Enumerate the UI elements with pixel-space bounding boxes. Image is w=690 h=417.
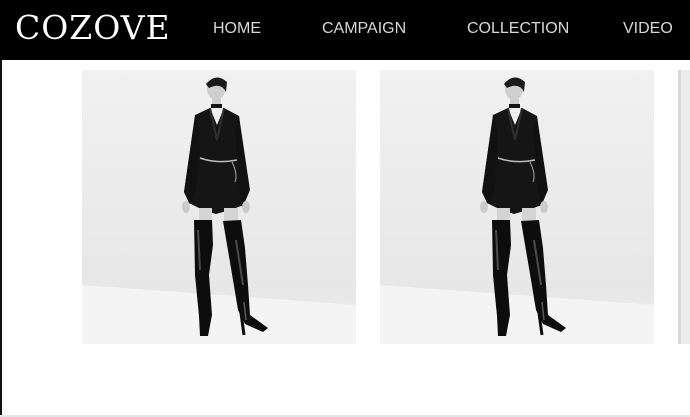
- nav-item-home[interactable]: HOME: [213, 0, 261, 60]
- nav-item-collection[interactable]: COLLECTION: [467, 0, 569, 60]
- model-photo: [380, 70, 654, 344]
- brand-logo[interactable]: COZOVE: [15, 8, 171, 48]
- model-photo: [678, 70, 690, 344]
- nav-item-video[interactable]: VIDEO: [623, 0, 673, 60]
- nav-item-campaign[interactable]: CAMPAIGN: [322, 0, 406, 60]
- top-navigation-bar: COZOVE HOME CAMPAIGN COLLECTION VIDEO: [0, 0, 690, 60]
- page: COZOVE HOME CAMPAIGN COLLECTION VIDEO: [0, 0, 690, 417]
- photo-gallery: [0, 60, 690, 417]
- gallery-photo-1[interactable]: [82, 70, 356, 344]
- gallery-photo-2[interactable]: [380, 70, 654, 344]
- gallery-photo-3[interactable]: [678, 70, 690, 344]
- model-photo: [82, 70, 356, 344]
